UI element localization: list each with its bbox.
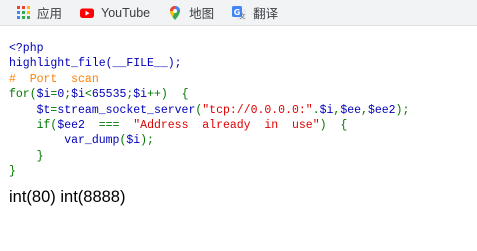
svg-text:文: 文 <box>240 12 246 20</box>
code-line-1: <?php <box>9 42 44 55</box>
code-line-6: if($ee2 === "Address already in use") { <box>36 119 348 133</box>
code-line-2: highlight_file(__FILE__); <box>9 57 182 71</box>
youtube-icon <box>79 5 95 21</box>
bookmark-maps-label: 地图 <box>189 7 215 21</box>
bookmark-apps[interactable]: 应用 <box>15 3 62 22</box>
bookmark-youtube[interactable]: YouTube <box>79 5 150 21</box>
maps-pin-icon <box>167 5 183 21</box>
bookmark-youtube-label: YouTube <box>101 5 151 20</box>
bookmark-translate-label: 翻译 <box>253 7 279 21</box>
code-line-8: } <box>9 149 44 163</box>
bookmark-maps[interactable]: 地图 <box>167 3 214 22</box>
code-line-9: } <box>9 165 16 179</box>
code-line-4: for($i=0;$i<65535;$i++) { <box>9 88 189 102</box>
bookmarks-bar: 应用 YouTube 地图 G 文 翻译 <box>0 0 477 26</box>
translate-icon: G 文 <box>231 5 247 21</box>
code-line-3-comment: # Port scan <box>9 72 99 86</box>
var-dump-output: int(80) int(8888) <box>9 188 126 206</box>
code-line-5: $t=stream_socket_server("tcp://0.0.0.0:"… <box>36 103 410 117</box>
php-source-code: <?php highlight_file(__FILE__); # Port s… <box>9 41 409 180</box>
bookmark-apps-label: 应用 <box>37 7 63 21</box>
code-line-7: var_dump($i); <box>64 134 154 148</box>
apps-grid-icon <box>15 5 31 21</box>
bookmark-translate[interactable]: G 文 翻译 <box>231 3 278 22</box>
